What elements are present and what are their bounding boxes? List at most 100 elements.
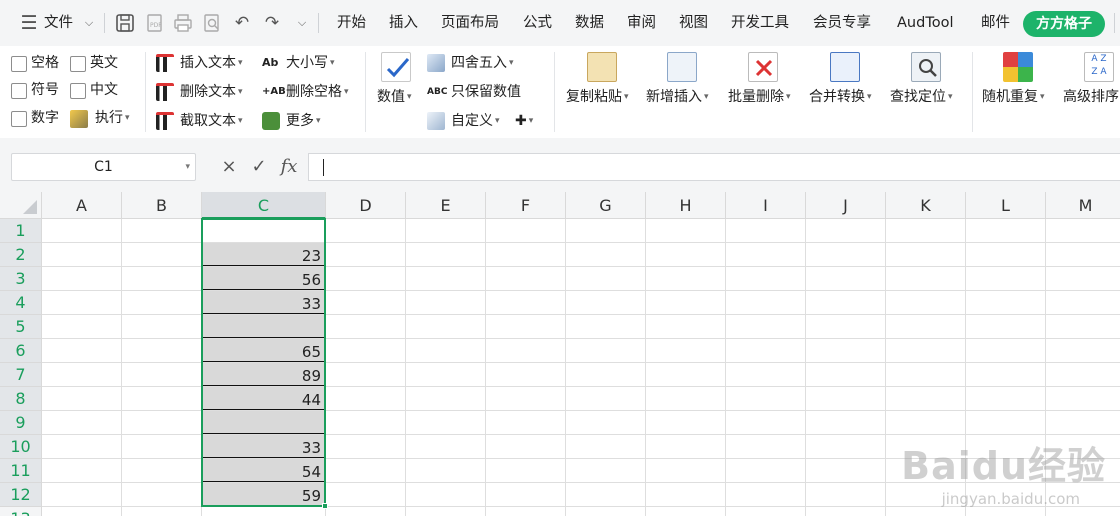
checkbox-symbol[interactable] (11, 83, 27, 99)
print-preview-icon[interactable] (201, 12, 223, 34)
tab-view[interactable]: 视图 (679, 0, 708, 46)
random-repeat-button[interactable]: 随机重复 ▾ (982, 87, 1045, 107)
tab-member[interactable]: 会员专享 (813, 0, 871, 46)
checkbox-number-label: 数字 (31, 110, 59, 126)
divider (145, 52, 146, 132)
checkbox-chinese[interactable] (70, 83, 86, 99)
cell-c11[interactable]: 54 (202, 459, 325, 482)
checkbox-number[interactable] (11, 111, 27, 127)
tab-page-layout[interactable]: 页面布局 (441, 0, 499, 46)
row-header-4[interactable]: 4 (0, 291, 42, 315)
tab-audtool[interactable]: AudTool (897, 0, 953, 46)
column-header-j[interactable]: J (806, 192, 886, 219)
copy-paste-icon (587, 52, 617, 82)
advanced-sort-button[interactable]: 高级排序 (1063, 87, 1119, 107)
cell-c4[interactable]: 33 (202, 291, 325, 314)
insert-function-icon[interactable]: fx (276, 153, 302, 181)
tab-start[interactable]: 开始 (337, 0, 366, 46)
cell-c10[interactable]: 33 (202, 435, 325, 458)
copy-paste-button[interactable]: 复制粘贴 ▾ (566, 87, 629, 107)
cell-c2[interactable]: 23 (202, 243, 325, 266)
column-header-k[interactable]: K (886, 192, 966, 219)
column-header-m[interactable]: M (1046, 192, 1120, 219)
row-header-10[interactable]: 10 (0, 435, 42, 459)
name-box[interactable]: C1 ▾ (11, 153, 196, 181)
hamburger-menu-icon[interactable]: ☰ (18, 12, 40, 34)
column-header-d[interactable]: D (326, 192, 406, 219)
column-header-e[interactable]: E (406, 192, 486, 219)
delete-text-button[interactable]: 删除文本 ▾ (180, 82, 243, 102)
divider (554, 52, 555, 132)
export-pdf-icon[interactable]: PDF (144, 12, 166, 34)
column-header-b[interactable]: B (122, 192, 202, 219)
row-header-12[interactable]: 12 (0, 483, 42, 507)
formula-input[interactable] (308, 153, 1120, 181)
row-header-13[interactable]: 13 (0, 507, 42, 516)
save-icon[interactable] (114, 12, 136, 34)
cell-c7[interactable]: 89 (202, 363, 325, 386)
column-header-f[interactable]: F (486, 192, 566, 219)
cancel-icon[interactable]: × (217, 153, 241, 181)
cell-c8[interactable]: 44 (202, 387, 325, 410)
cell-c5[interactable] (202, 315, 325, 338)
insert-new-button[interactable]: 新增插入 ▾ (646, 87, 709, 107)
row-header-2[interactable]: 2 (0, 243, 42, 267)
case-button[interactable]: 大小写 ▾ (286, 53, 335, 73)
cell-c12[interactable]: 59 (202, 483, 325, 506)
row-header-8[interactable]: 8 (0, 387, 42, 411)
cell-c9[interactable] (202, 411, 325, 434)
row-header-9[interactable]: 9 (0, 411, 42, 435)
remove-space-button[interactable]: 删除空格 ▾ (286, 82, 349, 102)
tab-developer[interactable]: 开发工具 (731, 0, 789, 46)
row-header-7[interactable]: 7 (0, 363, 42, 387)
find-locate-button[interactable]: 查找定位 ▾ (890, 87, 953, 107)
keep-number-button[interactable]: 只保留数值 (451, 82, 521, 102)
round-button[interactable]: 四舍五入 ▾ (451, 53, 514, 73)
merge-convert-button[interactable]: 合并转换 ▾ (809, 87, 872, 107)
add-icon[interactable]: ✚ ▾ (515, 111, 533, 131)
divider (365, 52, 366, 132)
tab-data[interactable]: 数据 (575, 0, 604, 46)
checkbox-space[interactable] (11, 56, 27, 72)
file-menu[interactable]: 文件 (44, 0, 73, 46)
extract-text-button[interactable]: 截取文本 ▾ (180, 111, 243, 131)
column-header-a[interactable]: A (42, 192, 122, 219)
quick-access-dropdown-icon[interactable]: ⌵ (291, 12, 313, 34)
custom-button[interactable]: 自定义 ▾ (451, 111, 500, 131)
checkbox-english[interactable] (70, 56, 86, 72)
row-header-3[interactable]: 3 (0, 267, 42, 291)
cell-c1[interactable] (202, 219, 325, 242)
grid-column-line (645, 219, 646, 516)
row-header-5[interactable]: 5 (0, 315, 42, 339)
row-header-11[interactable]: 11 (0, 459, 42, 483)
column-header-l[interactable]: L (966, 192, 1046, 219)
print-icon[interactable] (172, 12, 194, 34)
fill-handle[interactable] (322, 503, 328, 509)
select-all-corner[interactable] (0, 192, 42, 219)
tab-review[interactable]: 审阅 (627, 0, 656, 46)
cell-c3[interactable]: 56 (202, 267, 325, 290)
tab-ffgz[interactable]: 方方格子 (1023, 11, 1105, 37)
number-icon (381, 52, 411, 82)
chevron-down-icon[interactable]: ▾ (185, 154, 190, 180)
chevron-down-icon[interactable]: ⌵ (78, 12, 100, 34)
column-header-g[interactable]: G (566, 192, 646, 219)
row-header-6[interactable]: 6 (0, 339, 42, 363)
row-header-1[interactable]: 1 (0, 219, 42, 243)
column-header-h[interactable]: H (646, 192, 726, 219)
undo-icon[interactable]: ↶ (231, 12, 253, 34)
batch-delete-button[interactable]: 批量删除 ▾ (728, 87, 791, 107)
execute-button[interactable]: 执行 ▾ (95, 108, 130, 128)
tab-insert[interactable]: 插入 (389, 0, 418, 46)
tab-formulas[interactable]: 公式 (523, 0, 552, 46)
column-header-c[interactable]: C (202, 192, 326, 219)
tab-mail[interactable]: 邮件 (981, 0, 1010, 46)
cell-c6[interactable]: 65 (202, 339, 325, 362)
number-button[interactable]: 数值 ▾ (377, 87, 412, 107)
redo-icon[interactable]: ↷ (261, 12, 283, 34)
confirm-icon[interactable]: ✓ (247, 153, 271, 181)
grid-column-line (565, 219, 566, 516)
insert-text-button[interactable]: 插入文本 ▾ (180, 53, 243, 73)
column-header-i[interactable]: I (726, 192, 806, 219)
more-button[interactable]: 更多 ▾ (286, 111, 321, 131)
